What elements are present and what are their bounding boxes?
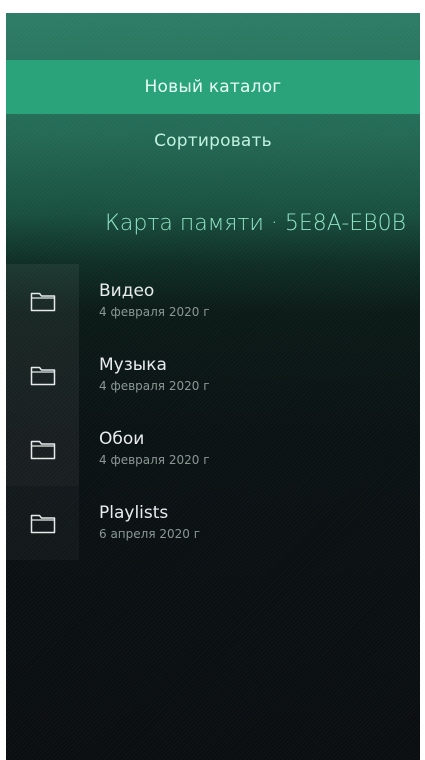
folder-date: 4 февраля 2020 г [99,305,210,319]
folder-name: Обои [99,429,145,449]
list-item-playlists[interactable]: Playlists 6 апреля 2020 г [6,486,420,560]
folder-date: 4 февраля 2020 г [99,379,210,393]
folder-icon [6,486,79,560]
list-item-video[interactable]: Видео 4 февраля 2020 г [6,264,420,338]
folder-name: Музыка [99,355,167,375]
page-title: Карта памяти · 5E8A-EB0B [105,210,406,236]
folder-name: Playlists [99,503,169,523]
list-item-music[interactable]: Музыка 4 февраля 2020 г [6,338,420,412]
folder-icon [6,264,79,338]
folder-date: 6 апреля 2020 г [99,527,201,541]
file-manager-screen: Новый каталог Сортировать Карта памяти ·… [6,13,420,760]
folder-icon [6,412,79,486]
pulley-menu: Новый каталог Сортировать [6,13,420,173]
list-item-wallpapers[interactable]: Обои 4 февраля 2020 г [6,412,420,486]
menu-item-new-folder[interactable]: Новый каталог [6,60,420,114]
folder-icon [6,338,79,412]
menu-item-label: Новый каталог [144,77,282,97]
folder-date: 4 февраля 2020 г [99,453,210,467]
menu-item-label: Сортировать [154,131,272,151]
folder-list: Видео 4 февраля 2020 г Музыка 4 февраля … [6,264,420,560]
menu-item-sort[interactable]: Сортировать [6,114,420,168]
folder-name: Видео [99,281,155,301]
